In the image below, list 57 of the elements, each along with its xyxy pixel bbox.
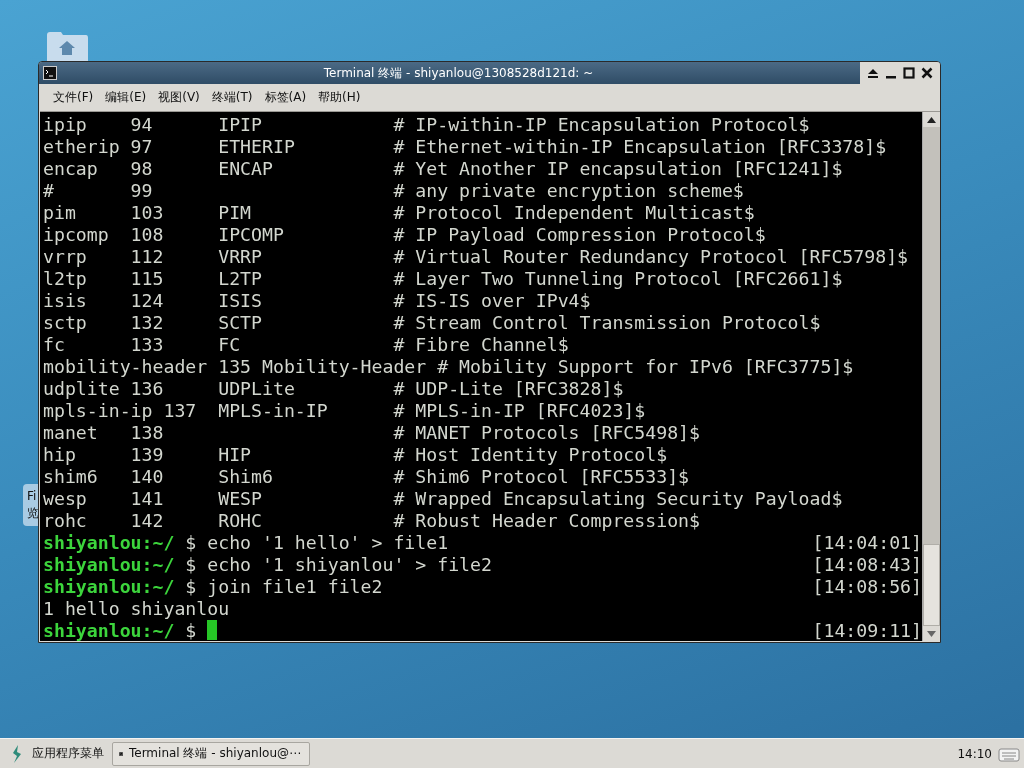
terminal-output: fc 133 FC # Fibre Channel$ [43,333,569,355]
timestamp: [14:04:01] [812,531,922,553]
icon-label: 览 [27,505,40,522]
icon-label: Fi [27,488,38,505]
terminal-output: mobility-header 135 Mobility-Header # Mobility Support for IPv6 [RFC3775]$ [43,355,854,377]
terminal-output: isis 124 ISIS # IS-IS over IPv4$ [43,289,591,311]
scroll-down-icon[interactable] [927,630,936,637]
app-menu-label[interactable]: 应用程序菜单 [32,745,104,762]
terminal-output: encap 98 ENCAP # Yet Another IP encapsulation [RFC1241]$ [43,157,843,179]
terminal-output: etherip 97 ETHERIP # Ethernet-within-IP Encapsulation [RFC3378]$ [43,135,887,157]
close-icon[interactable] [920,66,934,80]
terminal-icon [43,66,57,80]
scroll-up-icon[interactable] [927,116,936,123]
window-title: Terminal 终端 - shiyanlou@1308528d121d: ~ [322,64,595,82]
terminal-output: l2tp 115 L2TP # Layer Two Tunneling Protocol [RFC2661]$ [43,267,843,289]
maximize-icon[interactable] [902,66,916,80]
terminal-output: rohc 142 ROHC # Robust Header Compression$ [43,509,700,531]
terminal-output: pim 103 PIM # Protocol Independent Multicast$ [43,201,755,223]
prompt-symbol: $ [184,619,197,641]
home-folder-icon[interactable] [45,31,89,63]
scrollbar[interactable] [922,112,940,641]
prompt-user: shiyanlou:~/ [43,619,175,641]
prompt-user: shiyanlou:~/ [43,553,175,575]
prompt-symbol: $ [184,575,197,597]
shade-icon[interactable] [866,66,880,80]
menu-item[interactable]: 编辑(E) [99,89,153,106]
taskbar-task-button[interactable]: Terminal 终端 - shiyanlou@⋯ [112,741,310,766]
timestamp: [14:08:56] [812,575,922,597]
scroll-thumb[interactable] [923,544,940,626]
timestamp: [14:08:43] [812,553,922,575]
prompt-symbol: $ [184,531,197,553]
menu-item[interactable]: 视图(V) [152,89,206,106]
command-text: echo '1 hello' > file1 [206,531,449,553]
prompt-user: shiyanlou:~/ [43,531,175,553]
terminal-output: mpls-in-ip 137 MPLS-in-IP # MPLS-in-IP [RFC4023]$ [43,399,646,421]
terminal-output: # 99 # any private encryption scheme$ [43,179,744,201]
menu-item[interactable]: 文件(F) [47,89,100,106]
terminal-output: vrrp 112 VRRP # Virtual Router Redundancy Protocol [RFC5798]$ [43,245,909,267]
command-text: join file1 file2 [206,575,383,597]
prompt-symbol: $ [184,553,197,575]
command-text: echo '1 shiyanlou' > file2 [206,553,492,575]
terminal-output: sctp 132 SCTP # Stream Control Transmission Protocol$ [43,311,821,333]
menu-item[interactable]: 标签(A) [258,89,313,106]
terminal-output: hip 139 HIP # Host Identity Protocol$ [43,443,668,465]
terminal-output: wesp 141 WESP # Wrapped Encapsulating Security Payload$ [43,487,843,509]
menu-item[interactable]: 帮助(H) [312,89,367,106]
terminal-output: ipip 94 IPIP # IP-within-IP Encapsulation Protocol$ [43,113,810,135]
menu-item[interactable]: 终端(T) [205,89,259,106]
terminal-output: manet 138 # MANET Protocols [RFC5498]$ [43,421,700,443]
timestamp: [14:09:11] [812,619,922,641]
terminal-output: 1 hello shiyanlou [43,597,230,619]
terminal-output: shim6 140 Shim6 # Shim6 Protocol [RFC5533]$ [43,465,690,487]
terminal-output: ipcomp 108 IPCOMP # IP Payload Compression Protocol$ [43,223,766,245]
clock: 14:10 [957,746,992,761]
prompt-user: shiyanlou:~/ [43,575,175,597]
app-menu-icon[interactable] [10,744,24,763]
terminal-output: udplite 136 UDPLite # UDP-Lite [RFC3828]$ [43,377,624,399]
